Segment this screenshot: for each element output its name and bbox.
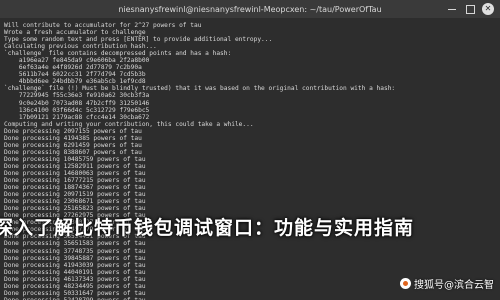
- terminal-line: `challenge` file (!) Must be blindly tru…: [4, 85, 396, 93]
- terminal-line: Done processing 37748735 powers of tau: [4, 247, 146, 255]
- title-bar[interactable]: niesnanysfrewinl@niesnanysfrewinl-Meopcx…: [0, 0, 500, 18]
- terminal-line: Done processing 39845887 powers of tau: [4, 254, 146, 262]
- terminal-line: Done processing 12582911 powers of tau: [4, 162, 146, 170]
- banner-title: 深入了解比特币钱包调试窗口：功能与实用指南: [0, 216, 415, 239]
- terminal-line: Done processing 16777215 powers of tau: [4, 177, 146, 185]
- terminal-line: Done processing 20971519 powers of tau: [4, 191, 146, 199]
- terminal-line: a196ea27 fe845da9 c9e606ba 2f2a8b00: [4, 57, 150, 65]
- terminal-line: `challenge` file contains decompressed p…: [4, 50, 232, 58]
- article-banner: 深入了解比特币钱包调试窗口：功能与实用指南: [0, 213, 500, 239]
- terminal-line: Done processing 23068671 powers of tau: [4, 198, 146, 206]
- terminal-window: niesnanysfrewinl@niesnanysfrewinl-Meopcx…: [0, 0, 500, 300]
- terminal-line: Done processing 8388607 powers of tau: [4, 148, 142, 156]
- terminal-line: Done processing 2097155 powers of tau: [4, 127, 142, 135]
- window-controls: ✕: [446, 0, 494, 18]
- terminal-line: Done processing 6291459 powers of tau: [4, 141, 142, 149]
- terminal-line: 17b09121 2179ac88 cfcc4e14 30cba672: [4, 113, 150, 121]
- terminal-line: Done processing 35651583 powers of tau: [4, 240, 146, 248]
- terminal-output[interactable]: Will contribute to accumulator for 2^27 …: [4, 22, 496, 300]
- terminal-line: Computing and writing your contribution,…: [4, 120, 254, 128]
- maximize-icon[interactable]: [464, 3, 476, 15]
- window-title: niesnanysfrewinl@niesnanysfrewinl-Meopcx…: [118, 4, 382, 14]
- terminal-line: Type some random text and press [ENTER] …: [4, 36, 273, 44]
- close-icon[interactable]: ✕: [482, 3, 494, 15]
- terminal-line: 136c4100 03f66d4c 5c312729 f79e6bc5: [4, 106, 150, 114]
- terminal-line: Will contribute to accumulator for 2^27 …: [4, 22, 202, 29]
- terminal-line: Done processing 4194385 powers of tau: [4, 134, 142, 142]
- terminal-line: Done processing 10485759 powers of tau: [4, 155, 146, 163]
- watermark: 搜狐号@滨合云智: [400, 276, 494, 291]
- terminal-line: Done processing 25165823 powers of tau: [4, 205, 146, 213]
- terminal-line: Done processing 14680063 powers of tau: [4, 169, 146, 177]
- terminal-line: Done processing 41943039 powers of tau: [4, 261, 146, 269]
- watermark-text: 搜狐号@滨合云智: [414, 279, 494, 291]
- terminal-line: Done processing 18874367 powers of tau: [4, 184, 146, 192]
- terminal-line: 6ef63a4e e4f8926d 2d77879 7c2b90a: [4, 64, 142, 72]
- sohu-logo-icon: [400, 277, 411, 289]
- terminal-line: 9c0e24b0 7073ad08 47b2cff9 31250146: [4, 99, 150, 107]
- terminal-line: 77229945 f55c36e3 fe910a62 30cb3f3a: [4, 92, 150, 100]
- terminal-line: Wrote a fresh accumulator to challenge: [4, 29, 146, 37]
- minimize-icon[interactable]: [446, 3, 458, 15]
- terminal-line: 5611b7e4 6022cc31 2f77d794 7cd5b3b: [4, 71, 146, 79]
